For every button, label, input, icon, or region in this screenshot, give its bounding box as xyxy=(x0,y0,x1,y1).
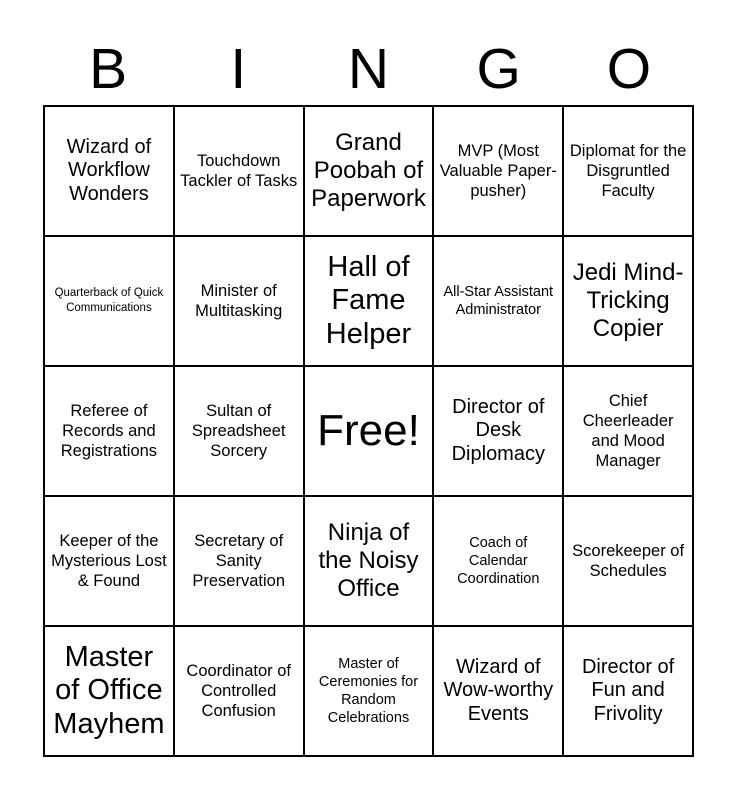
bingo-cell[interactable]: Scorekeeper of Schedules xyxy=(564,497,694,627)
bingo-letter-n: N xyxy=(347,36,390,101)
bingo-cell[interactable]: Grand Poobah of Paperwork xyxy=(304,107,435,237)
bingo-cell-label: Referee of Records and Registrations xyxy=(60,401,158,461)
bingo-cell[interactable]: Master of Office Mayhem xyxy=(45,627,175,757)
bingo-cell[interactable]: Touchdown Tackler of Tasks xyxy=(174,107,305,237)
bingo-header-letters: B I N G O xyxy=(43,33,694,105)
bingo-cell-label: Wizard of Workflow Wonders xyxy=(66,135,152,205)
bingo-cell-label: Coordinator of Controlled Confusion xyxy=(186,661,291,721)
bingo-cell-label: Grand Poobah of Paperwork xyxy=(311,129,426,212)
bingo-cell[interactable]: Hall of Fame Helper xyxy=(304,237,435,367)
bingo-cell-label: Hall of Fame Helper xyxy=(325,251,412,350)
bingo-cell-label: Minister of Multitasking xyxy=(195,281,283,320)
bingo-cell-label: Director of Desk Diplomacy xyxy=(451,395,545,465)
bingo-cell[interactable]: Coach of Calendar Coordination xyxy=(434,497,565,627)
bingo-cell[interactable]: Quarterback of Quick Communications xyxy=(45,237,175,367)
bingo-cell-label: Keeper of the Mysterious Lost & Found xyxy=(51,531,167,591)
bingo-cell[interactable]: Ninja of the Noisy Office xyxy=(304,497,435,627)
bingo-cell[interactable]: Diplomat for the Disgruntled Faculty xyxy=(564,107,694,237)
bingo-cell-label: Master of Ceremonies for Random Celebrat… xyxy=(318,655,419,727)
bingo-cell[interactable]: Director of Fun and Frivolity xyxy=(564,627,694,757)
bingo-grid: Wizard of Workflow Wonders Touchdown Tack… xyxy=(43,105,694,757)
bingo-cell-label: Chief Cheerleader and Mood Manager xyxy=(582,391,674,471)
bingo-letter-g: G xyxy=(476,36,521,101)
bingo-cell-label: Free! xyxy=(317,405,420,455)
bingo-cell-label: Diplomat for the Disgruntled Faculty xyxy=(569,141,687,201)
bingo-cell[interactable]: Minister of Multitasking xyxy=(174,237,305,367)
bingo-free-space[interactable]: Free! xyxy=(304,367,435,497)
bingo-cell-label: MVP (Most Valuable Paper-pusher) xyxy=(439,141,557,201)
bingo-letter-o: O xyxy=(606,36,652,101)
bingo-cell[interactable]: Sultan of Spreadsheet Sorcery xyxy=(174,367,305,497)
bingo-cell-label: Coach of Calendar Coordination xyxy=(457,534,540,588)
bingo-cell-label: Ninja of the Noisy Office xyxy=(318,519,419,602)
bingo-cell-label: Touchdown Tackler of Tasks xyxy=(180,151,298,190)
bingo-cell-label: Sultan of Spreadsheet Sorcery xyxy=(191,401,286,461)
bingo-cell[interactable]: Director of Desk Diplomacy xyxy=(434,367,565,497)
bingo-cell[interactable]: Coordinator of Controlled Confusion xyxy=(174,627,305,757)
bingo-card: B I N G O Wizard of Workflow Wonders Touc… xyxy=(0,0,736,800)
bingo-cell[interactable]: Wizard of Workflow Wonders xyxy=(45,107,175,237)
bingo-cell-label: All-Star Assistant Administrator xyxy=(443,283,554,318)
bingo-cell-label: Director of Fun and Frivolity xyxy=(581,655,675,725)
bingo-cell[interactable]: Secretary of Sanity Preservation xyxy=(174,497,305,627)
bingo-cell[interactable]: Wizard of Wow-worthy Events xyxy=(434,627,565,757)
bingo-cell-label: Quarterback of Quick Communications xyxy=(54,287,164,314)
bingo-cell[interactable]: Jedi Mind-Tricking Copier xyxy=(564,237,694,367)
bingo-cell[interactable]: Chief Cheerleader and Mood Manager xyxy=(564,367,694,497)
bingo-cell-label: Master of Office Mayhem xyxy=(53,641,165,740)
bingo-cell-label: Secretary of Sanity Preservation xyxy=(192,531,286,591)
bingo-cell[interactable]: MVP (Most Valuable Paper-pusher) xyxy=(434,107,565,237)
bingo-cell[interactable]: Master of Ceremonies for Random Celebrat… xyxy=(304,627,435,757)
bingo-cell[interactable]: All-Star Assistant Administrator xyxy=(434,237,565,367)
bingo-cell-label: Wizard of Wow-worthy Events xyxy=(443,655,554,725)
bingo-letter-i: I xyxy=(230,36,247,101)
bingo-cell[interactable]: Keeper of the Mysterious Lost & Found xyxy=(45,497,175,627)
bingo-cell-label: Jedi Mind-Tricking Copier xyxy=(572,259,684,342)
bingo-letter-b: B xyxy=(89,36,128,101)
bingo-cell[interactable]: Referee of Records and Registrations xyxy=(45,367,175,497)
bingo-cell-label: Scorekeeper of Schedules xyxy=(572,541,685,580)
